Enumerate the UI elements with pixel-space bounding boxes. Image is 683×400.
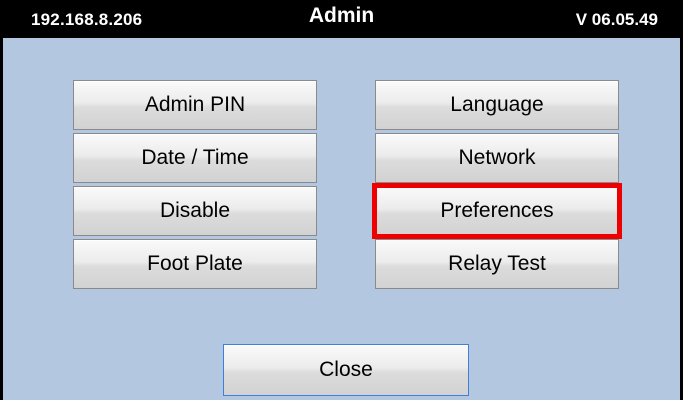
network-button[interactable]: Network [375,133,619,183]
admin-pin-button[interactable]: Admin PIN [73,80,317,130]
date-time-button[interactable]: Date / Time [73,133,317,183]
title-bar: 192.168.8.206 Admin V 06.05.49 [3,0,680,38]
language-button[interactable]: Language [375,80,619,130]
close-button[interactable]: Close [223,344,469,396]
preferences-button[interactable]: Preferences [372,183,622,239]
foot-plate-button[interactable]: Foot Plate [73,239,317,289]
relay-test-button[interactable]: Relay Test [375,239,619,289]
admin-screen: 192.168.8.206 Admin V 06.05.49 Admin PIN… [0,0,683,400]
version-label: V 06.05.49 [575,10,658,29]
disable-button[interactable]: Disable [73,186,317,236]
